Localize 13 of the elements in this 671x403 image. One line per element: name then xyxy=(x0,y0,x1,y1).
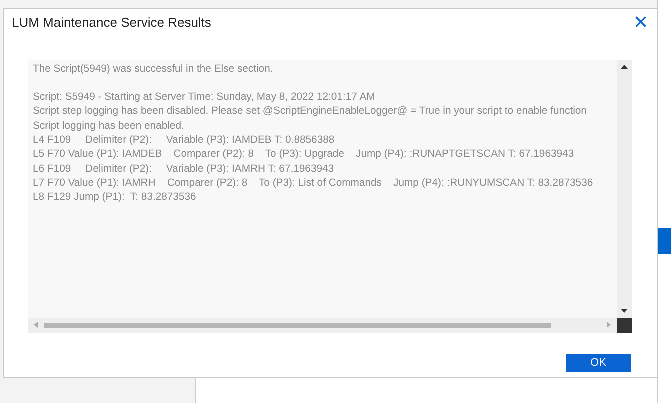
selected-row-highlight xyxy=(657,228,671,254)
log-output: The Script(5949) was successful in the Else section. Script: S5949 - Starting at Server Time: Sunday, May 8, 2022 12:01:17 AM Script step logging has been disabled. Please set @ScriptEngineEnableLogger@ = True in your script to enable function Script logging has been enabled. L4 F109 Delimiter (P2): Variable (P3): IAMDEB T: 0.8856388 L5 F70 Value (P1): IAMDEB Comparer (P2): 8 To (P3): Upgrade Jump (P4): :RUNAPTGETSCAN T: 67.1963943 L6 F109 Delimiter (P2): Variable (P3): IAMRH T: 67.1963943 L7 F70 Value (P1): IAMRH Comparer (P2): 8 To (P3): List of Commands Jump (P4): :RUNYUMSCAN T: 83.2873536 L8 F129 Jump (P1): T: 83.2873536 xyxy=(32,62,594,206)
scrollbar-thumb[interactable] xyxy=(44,322,551,328)
scroll-down-icon[interactable] xyxy=(621,308,628,312)
vertical-scrollbar[interactable] xyxy=(617,60,632,318)
horizontal-scrollbar[interactable] xyxy=(28,318,617,332)
ok-button[interactable]: OK xyxy=(566,354,631,372)
scroll-right-icon[interactable] xyxy=(607,322,611,328)
scroll-left-icon[interactable] xyxy=(34,322,38,328)
dialog-title: LUM Maintenance Service Results xyxy=(12,15,212,30)
close-button[interactable]: × xyxy=(631,13,651,33)
scrollbar-corner xyxy=(617,318,632,332)
scroll-up-icon[interactable] xyxy=(621,64,628,68)
